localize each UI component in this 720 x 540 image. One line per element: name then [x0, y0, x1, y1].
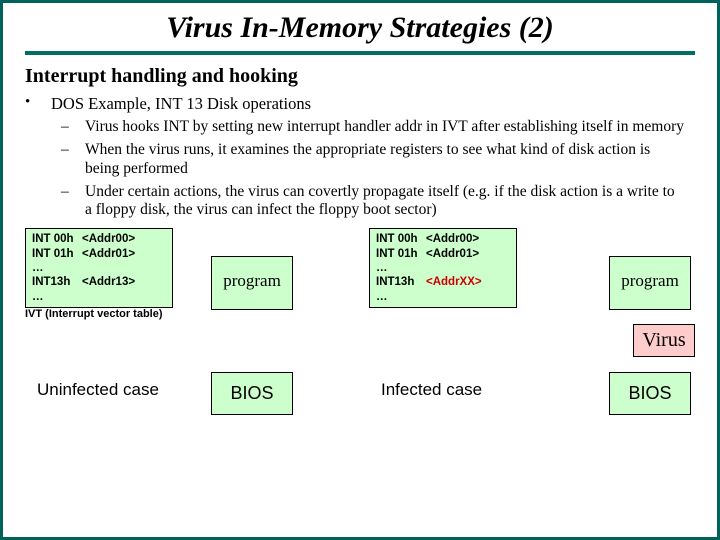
ivt-cell: INT 01h [32, 247, 82, 261]
ivt-cell: … [32, 290, 82, 304]
ivt-cell: … [376, 290, 426, 304]
infected-label: Infected case [381, 380, 482, 400]
title-rule [25, 51, 695, 55]
ivt-cell: … [32, 261, 82, 275]
ivt-cell: INT13h [376, 275, 426, 289]
virus-box: Virus [633, 324, 695, 357]
sub-bullet-1: – Virus hooks INT by setting new interru… [51, 118, 695, 137]
sub-bullet-3: – Under certain actions, the virus can c… [51, 183, 695, 221]
sub-text-3: Under certain actions, the virus can cov… [85, 183, 695, 221]
bios-box-left: BIOS [211, 372, 293, 415]
sub-mark: – [51, 183, 85, 221]
slide-title: Virus In-Memory Strategies (2) [25, 11, 695, 45]
ivt-cell: <Addr01> [82, 247, 135, 261]
sub-mark: – [51, 141, 85, 179]
ivt-cell: … [376, 261, 426, 275]
sub-text-2: When the virus runs, it examines the app… [85, 141, 695, 179]
sub-text-1: Virus hooks INT by setting new interrupt… [85, 118, 695, 137]
uninfected-label: Uninfected case [37, 380, 159, 400]
bullet-mark: • [25, 94, 51, 114]
bios-box-right: BIOS [609, 372, 691, 415]
diagram-area: INT 00h<Addr00> INT 01h<Addr01> … INT13h… [25, 228, 701, 418]
ivt-cell: <Addr13> [82, 275, 135, 289]
slide-subtitle: Interrupt handling and hooking [25, 65, 695, 88]
sub-bullet-list: – Virus hooks INT by setting new interru… [51, 118, 695, 221]
sub-bullet-2: – When the virus runs, it examines the a… [51, 141, 695, 179]
ivt-box-right: INT 00h<Addr00> INT 01h<Addr01> … INT13h… [369, 228, 517, 308]
sub-mark: – [51, 118, 85, 137]
bullet-level1: • DOS Example, INT 13 Disk operations [25, 94, 695, 114]
bullet-text: DOS Example, INT 13 Disk operations [51, 94, 695, 114]
slide-frame: Virus In-Memory Strategies (2) Interrupt… [0, 0, 720, 540]
ivt-cell: <Addr00> [82, 232, 135, 246]
ivt-cell: <Addr00> [426, 232, 479, 246]
ivt-cell: INT 00h [376, 232, 426, 246]
ivt-caption: IVT (Interrupt vector table) [25, 308, 163, 320]
ivt-cell: <Addr01> [426, 247, 479, 261]
ivt-cell-modified: <AddrXX> [426, 275, 482, 289]
ivt-box-left: INT 00h<Addr00> INT 01h<Addr01> … INT13h… [25, 228, 173, 308]
ivt-cell: INT 00h [32, 232, 82, 246]
program-box-right: program [609, 256, 691, 310]
ivt-cell: INT13h [32, 275, 82, 289]
ivt-cell: INT 01h [376, 247, 426, 261]
program-box-left: program [211, 256, 293, 310]
